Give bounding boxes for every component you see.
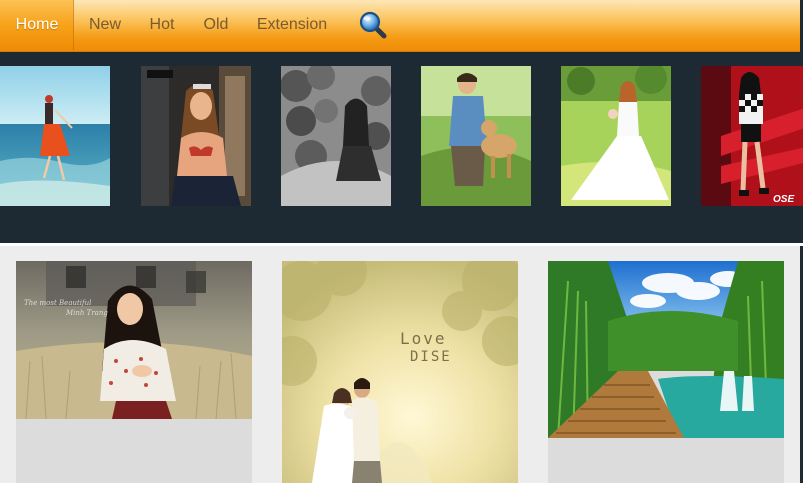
nav-new[interactable]: New [80,0,130,50]
thumbnail-brand-text: OSE [773,194,795,205]
nav-extension[interactable]: Extension [252,0,332,50]
photo-overlay-dise-text: DISE [410,349,452,365]
thumbnail-beach-girl[interactable] [0,66,110,206]
thumbnail-bikini-girl[interactable] [141,66,251,206]
photo-overlay-love-text: Love [400,329,447,348]
top-navbar: Home New Hot Old Extension [0,0,803,52]
photo-caption-line-1: The most Beautiful [24,299,92,307]
search-icon[interactable] [358,10,388,40]
nav-hot[interactable]: Hot [142,0,182,50]
gallery-card-waterfall[interactable] [548,261,784,483]
nav-old[interactable]: Old [196,0,236,50]
thumbnail-boy-with-dog[interactable] [421,66,531,206]
thumbnail-bride-field[interactable] [561,66,671,206]
strip-divider [0,243,803,246]
photo-caption-line-2: Minh Trang [66,309,108,317]
thumbnail-lotus-girl[interactable] [281,66,391,206]
gallery-card-wedding-couple[interactable]: Love DISE [282,261,518,483]
featured-thumbnail-strip: OSE [0,52,803,246]
gallery-card-girl-in-grass[interactable]: The most Beautiful Minh Trang [16,261,252,483]
thumbnail-red-stage-model[interactable]: OSE [701,66,803,206]
nav-home[interactable]: Home [0,0,74,50]
